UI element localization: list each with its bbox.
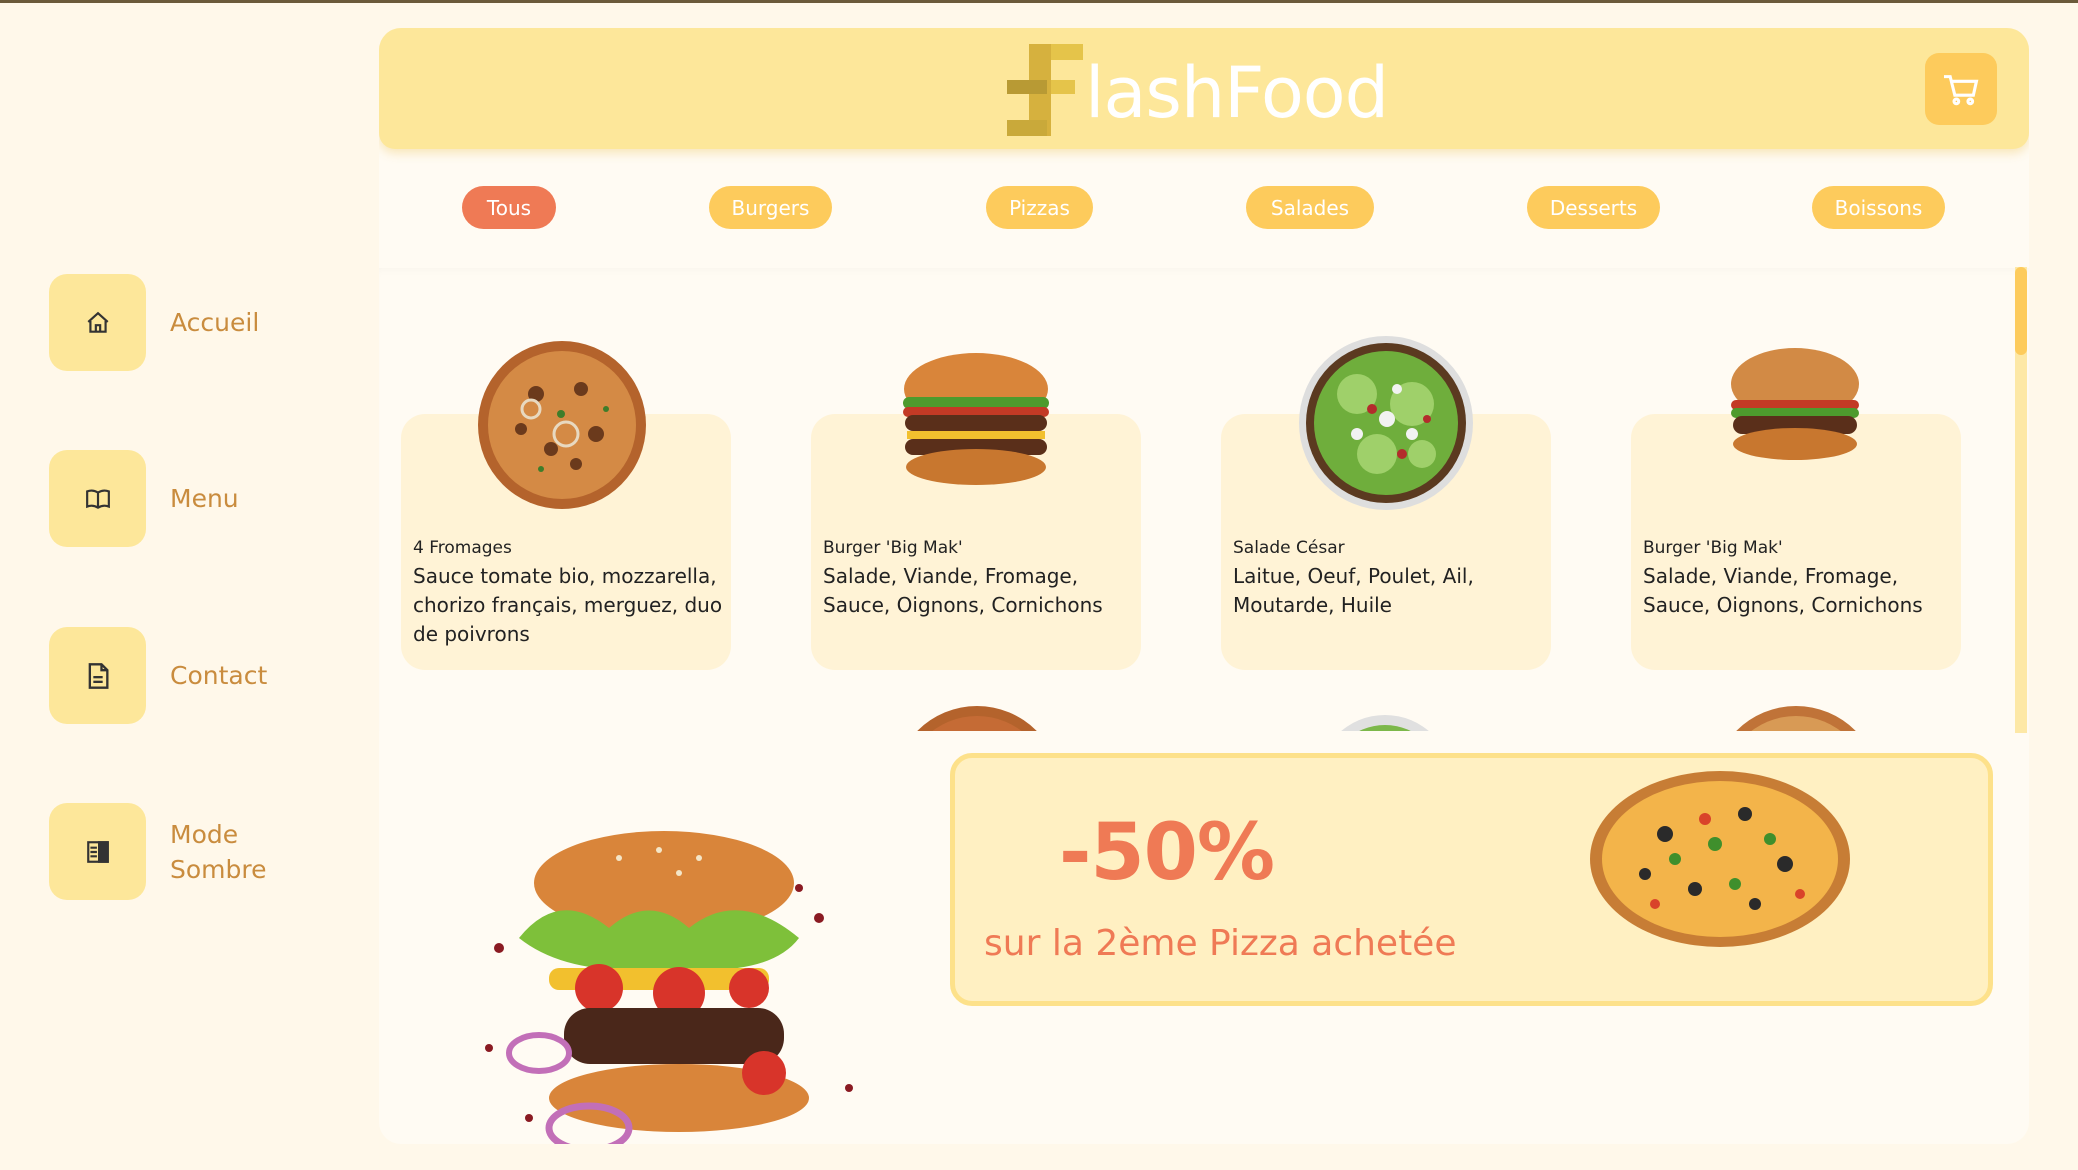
tab-salades[interactable]: Salades — [1246, 186, 1374, 229]
sidebar-item-label: Mode Sombre — [170, 819, 267, 884]
home-icon — [49, 274, 146, 371]
promo-text: sur la 2ème Pizza achetée — [984, 923, 1457, 964]
promo-banner[interactable]: -50% sur la 2ème Pizza achetée — [950, 753, 1993, 1006]
sidebar: Accueil Menu Contact Mode Sombre — [0, 0, 370, 1170]
burger-image — [1731, 348, 1859, 460]
scrollbar-thumb[interactable] — [2015, 267, 2027, 355]
sidebar-item-dark-mode[interactable]: Mode Sombre — [49, 803, 320, 900]
product-description: Salade, Viande, Fromage, Sauce, Oignons,… — [823, 564, 1103, 617]
product-description: Laitue, Oeuf, Poulet, Ail, Moutarde, Hui… — [1233, 564, 1474, 617]
main-panel: lashFood Tous Burgers Pizzas Salades Des… — [379, 28, 2029, 1144]
tab-boissons[interactable]: Boissons — [1812, 186, 1945, 229]
header: lashFood — [379, 28, 2029, 149]
sidebar-item-label: Accueil — [170, 308, 260, 337]
logo-f-icon — [1007, 44, 1083, 136]
product-card[interactable]: 4 Fromages Sauce tomate bio, mozzarella,… — [401, 341, 731, 670]
product-description: Sauce tomate bio, mozzarella, chorizo fr… — [413, 564, 723, 646]
flashfood-logo: lashFood — [1001, 36, 1389, 142]
tab-tous[interactable]: Tous — [462, 186, 556, 229]
product-title: Salade César — [1233, 538, 1345, 558]
product-title: 4 Fromages — [413, 538, 512, 558]
product-card[interactable]: Burger 'Big Mak' Salade, Viande, Fromage… — [811, 353, 1141, 670]
product-title: Burger 'Big Mak' — [823, 538, 963, 558]
promo-percent: -50% — [1059, 808, 1275, 898]
tab-pizzas[interactable]: Pizzas — [986, 186, 1093, 229]
burger-image — [903, 353, 1049, 485]
sidebar-item-label: Menu — [170, 484, 239, 513]
product-description: Salade, Viande, Fromage, Sauce, Oignons,… — [1643, 564, 1923, 617]
book-icon — [49, 450, 146, 547]
tab-desserts[interactable]: Desserts — [1527, 186, 1660, 229]
sidebar-item-accueil[interactable]: Accueil — [49, 274, 320, 371]
document-icon — [49, 627, 146, 724]
product-card[interactable]: Burger 'Big Mak' Salade, Viande, Fromage… — [1631, 348, 1961, 670]
pizza-image — [1736, 706, 1856, 731]
logo-text: lashFood — [1085, 52, 1389, 134]
sidebar-item-contact[interactable]: Contact — [49, 627, 320, 724]
sidebar-item-label: Contact — [170, 661, 268, 690]
pizza-image — [917, 706, 1037, 731]
dark-mode-icon — [49, 803, 146, 900]
burger-hero-image — [485, 831, 853, 1144]
salad-image — [1299, 336, 1473, 510]
pizza-image — [1590, 771, 1850, 947]
tab-burgers[interactable]: Burgers — [709, 186, 832, 229]
product-card[interactable]: Salade César Laitue, Oeuf, Poulet, Ail, … — [1221, 336, 1551, 670]
cart-button[interactable] — [1925, 53, 1997, 125]
cart-icon — [1944, 75, 1979, 106]
sidebar-item-menu[interactable]: Menu — [49, 450, 320, 547]
salad-image — [1341, 715, 1429, 731]
product-grid: 4 Fromages Sauce tomate bio, mozzarella,… — [379, 268, 2029, 731]
category-tabs: Tous Burgers Pizzas Salades Desserts Boi… — [379, 186, 2029, 232]
pizza-image — [478, 341, 646, 509]
product-title: Burger 'Big Mak' — [1643, 538, 1783, 558]
